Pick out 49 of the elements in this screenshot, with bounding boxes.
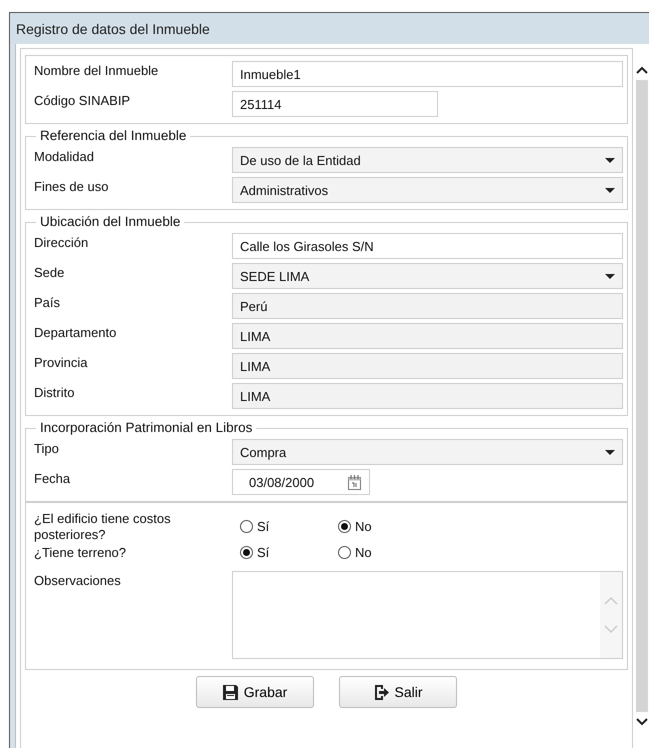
exit-icon	[374, 684, 389, 700]
radio-button[interactable]	[240, 546, 253, 559]
scroll-down-icon[interactable]	[636, 718, 648, 726]
field-label: Fines de uso	[34, 178, 110, 195]
text-field[interactable]: Calle los Girasoles S/N	[232, 233, 624, 259]
exit-button[interactable]: Salir	[339, 676, 458, 708]
readonly-field: LIMA	[232, 383, 624, 409]
radio-button[interactable]	[338, 520, 351, 533]
readonly-field: Perú	[232, 293, 624, 319]
scroll-up-icon[interactable]	[636, 66, 648, 74]
field-label: País	[34, 294, 62, 311]
caret-icon	[605, 188, 616, 192]
field-label: Distrito	[34, 384, 76, 401]
field-label: Tipo	[34, 440, 60, 457]
text-field[interactable]: 251114	[232, 91, 438, 117]
question-label: ¿El edificio tiene costos posteriores?	[34, 510, 172, 543]
field-label: Observaciones	[34, 572, 122, 589]
field-label: Código SINABIP	[34, 92, 132, 109]
save-button[interactable]: Grabar	[196, 676, 314, 708]
date-field[interactable]: 03/08/2000	[232, 469, 370, 495]
radio-button[interactable]	[338, 546, 351, 559]
readonly-field: LIMA	[232, 353, 624, 379]
caret-icon	[605, 158, 616, 162]
question-label: ¿Tiene terreno?	[34, 544, 128, 561]
text-field[interactable]: Inmueble1	[232, 61, 624, 87]
field-label: Nombre del Inmueble	[34, 62, 160, 79]
field-label: Fecha	[34, 470, 72, 487]
readonly-field: LIMA	[232, 323, 624, 349]
section-legend: Referencia del Inmueble	[36, 128, 190, 143]
field-label: Departamento	[34, 324, 118, 341]
dropdown[interactable]: De uso de la Entidad	[232, 147, 624, 173]
dropdown[interactable]: SEDE LIMA	[232, 263, 624, 289]
field-label: Sede	[34, 264, 66, 281]
section-legend: Ubicación del Inmueble	[36, 214, 184, 229]
dropdown[interactable]: Compra	[232, 439, 624, 465]
window-title: Registro de datos del Inmueble	[16, 20, 210, 36]
radio-button[interactable]	[240, 520, 253, 533]
section-legend: Incorporación Patrimonial en Libros	[36, 420, 256, 435]
calendar-icon[interactable]	[348, 474, 361, 490]
caret-icon	[605, 450, 616, 454]
field-label: Dirección	[34, 234, 90, 251]
caret-icon	[605, 274, 616, 278]
radio-option[interactable]: Sí	[240, 519, 338, 534]
field-label: Provincia	[34, 354, 88, 371]
radio-option[interactable]: Sí	[240, 545, 338, 560]
radio-option[interactable]: No	[338, 519, 436, 534]
field-label: Modalidad	[34, 148, 95, 165]
dropdown[interactable]: Administrativos	[232, 177, 624, 203]
radio-option[interactable]: No	[338, 545, 436, 560]
